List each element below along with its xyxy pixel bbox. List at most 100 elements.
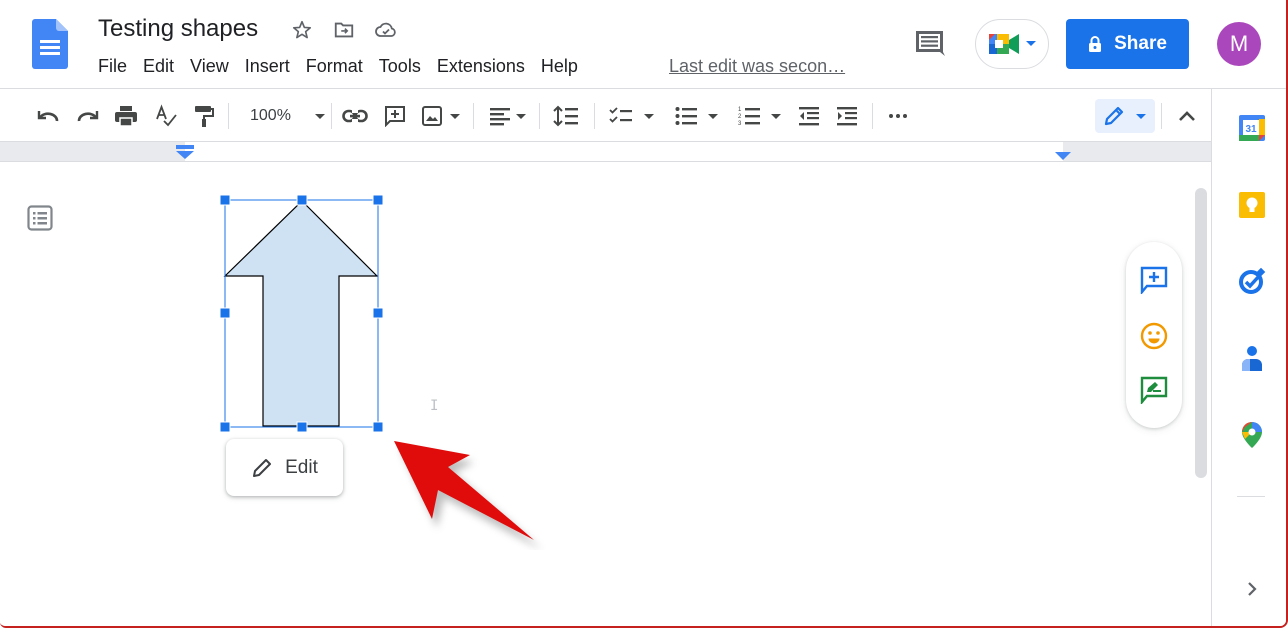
- text-cursor-icon: I: [430, 398, 439, 414]
- add-comment-button[interactable]: [381, 103, 409, 129]
- lock-icon: [1089, 36, 1102, 52]
- suggest-edits-button[interactable]: [1140, 376, 1168, 404]
- comment-history-icon: [916, 31, 945, 56]
- menu-format[interactable]: Format: [298, 54, 371, 79]
- add-comment-float-button[interactable]: [1140, 266, 1168, 294]
- resize-handle-se[interactable]: [372, 421, 384, 433]
- add-comment-icon: [1140, 266, 1168, 294]
- numbered-list-button[interactable]: 123: [735, 103, 785, 129]
- header: Testing shapes File Edit View Insert For…: [0, 0, 1286, 89]
- expand-side-panel-button[interactable]: [1238, 575, 1266, 603]
- document-canvas[interactable]: [0, 162, 1211, 626]
- menu-help[interactable]: Help: [533, 54, 586, 79]
- keep-button[interactable]: [1238, 191, 1266, 219]
- menu-insert[interactable]: Insert: [237, 54, 298, 79]
- undo-icon: [37, 111, 59, 122]
- selected-shape[interactable]: [218, 193, 388, 440]
- calendar-icon: 31: [1239, 115, 1265, 141]
- chevron-down-icon: [1026, 41, 1036, 46]
- resize-handle-nw[interactable]: [219, 194, 231, 206]
- svg-text:2: 2: [738, 114, 742, 120]
- chevron-down-icon: [708, 113, 718, 119]
- paint-format-button[interactable]: [190, 103, 218, 129]
- align-left-icon: [490, 108, 510, 126]
- resize-handle-ne[interactable]: [372, 194, 384, 206]
- side-panel: 31: [1211, 89, 1286, 626]
- insert-image-button[interactable]: [418, 103, 464, 129]
- numbered-list-icon: 123: [738, 107, 760, 127]
- print-icon: [115, 106, 137, 127]
- ruler: [0, 142, 1211, 162]
- align-button[interactable]: [487, 103, 529, 129]
- title-actions: [290, 18, 398, 42]
- document-title[interactable]: Testing shapes: [98, 15, 258, 43]
- redo-button[interactable]: [74, 103, 102, 129]
- left-indent-handle[interactable]: [176, 151, 194, 159]
- emoji-icon: [1140, 322, 1168, 350]
- toolbar-separator: [1161, 103, 1162, 129]
- google-docs-logo-icon[interactable]: [32, 19, 68, 69]
- chevron-down-icon: [771, 113, 781, 119]
- add-comment-icon: [385, 106, 405, 127]
- bulleted-list-button[interactable]: [672, 103, 722, 129]
- resize-handle-e[interactable]: [372, 307, 384, 319]
- move-folder-icon[interactable]: [332, 18, 356, 42]
- chevron-up-icon: [1179, 111, 1195, 121]
- account-avatar[interactable]: M: [1217, 22, 1261, 66]
- menu-bar: File Edit View Insert Format Tools Exten…: [90, 54, 586, 79]
- svg-text:31: 31: [1245, 124, 1257, 135]
- print-button[interactable]: [112, 103, 140, 129]
- document-outline-button[interactable]: [27, 205, 53, 231]
- decrease-indent-icon: [799, 107, 819, 126]
- cloud-saved-icon[interactable]: [374, 18, 398, 42]
- menu-view[interactable]: View: [182, 54, 237, 79]
- contacts-button[interactable]: [1238, 344, 1266, 372]
- menu-file[interactable]: File: [90, 54, 135, 79]
- spellcheck-button[interactable]: [152, 103, 180, 129]
- line-spacing-button[interactable]: [552, 103, 580, 129]
- chevron-right-icon: [1248, 582, 1257, 596]
- maps-icon: [1242, 422, 1262, 448]
- resize-handle-s[interactable]: [296, 421, 308, 433]
- decrease-indent-button[interactable]: [795, 103, 823, 129]
- menu-extensions[interactable]: Extensions: [429, 54, 533, 79]
- increase-indent-button[interactable]: [833, 103, 861, 129]
- bulleted-list-icon: [675, 107, 697, 125]
- ruler-right-margin: [1063, 142, 1211, 161]
- star-icon[interactable]: [290, 18, 314, 42]
- tasks-icon: [1239, 267, 1266, 294]
- spellcheck-icon: [156, 104, 177, 127]
- insert-link-button[interactable]: [341, 103, 369, 129]
- up-arrow-shape[interactable]: [223, 200, 379, 427]
- hide-menus-button[interactable]: [1173, 103, 1201, 129]
- last-edit-link[interactable]: Last edit was secon…: [669, 56, 845, 77]
- maps-button[interactable]: [1238, 421, 1266, 449]
- undo-button[interactable]: [34, 103, 62, 129]
- menu-edit[interactable]: Edit: [135, 54, 182, 79]
- toolbar-separator: [473, 103, 474, 129]
- right-indent-handle[interactable]: [1055, 152, 1071, 160]
- calendar-button[interactable]: 31: [1238, 114, 1266, 142]
- edit-drawing-button[interactable]: Edit: [226, 439, 343, 496]
- pencil-icon: [1104, 106, 1124, 126]
- toolbar-separator: [228, 103, 229, 129]
- toolbar-separator: [594, 103, 595, 129]
- checklist-icon: [609, 107, 632, 123]
- app-window: Testing shapes File Edit View Insert For…: [0, 0, 1288, 628]
- share-button[interactable]: Share: [1066, 19, 1189, 69]
- meet-button[interactable]: [975, 19, 1049, 69]
- resize-handle-sw[interactable]: [219, 421, 231, 433]
- first-line-indent-handle[interactable]: [176, 145, 194, 149]
- checklist-button[interactable]: [606, 103, 658, 129]
- zoom-select[interactable]: 100%: [240, 103, 326, 129]
- resize-handle-w[interactable]: [219, 307, 231, 319]
- tasks-button[interactable]: [1238, 267, 1266, 295]
- resize-handle-n[interactable]: [296, 194, 308, 206]
- more-options-button[interactable]: [884, 103, 912, 129]
- editing-mode-button[interactable]: [1095, 99, 1155, 133]
- comment-history-button[interactable]: [912, 28, 948, 60]
- add-reaction-button[interactable]: [1140, 322, 1168, 350]
- menu-tools[interactable]: Tools: [371, 54, 429, 79]
- increase-indent-icon: [837, 107, 857, 126]
- vertical-scrollbar[interactable]: [1195, 188, 1207, 478]
